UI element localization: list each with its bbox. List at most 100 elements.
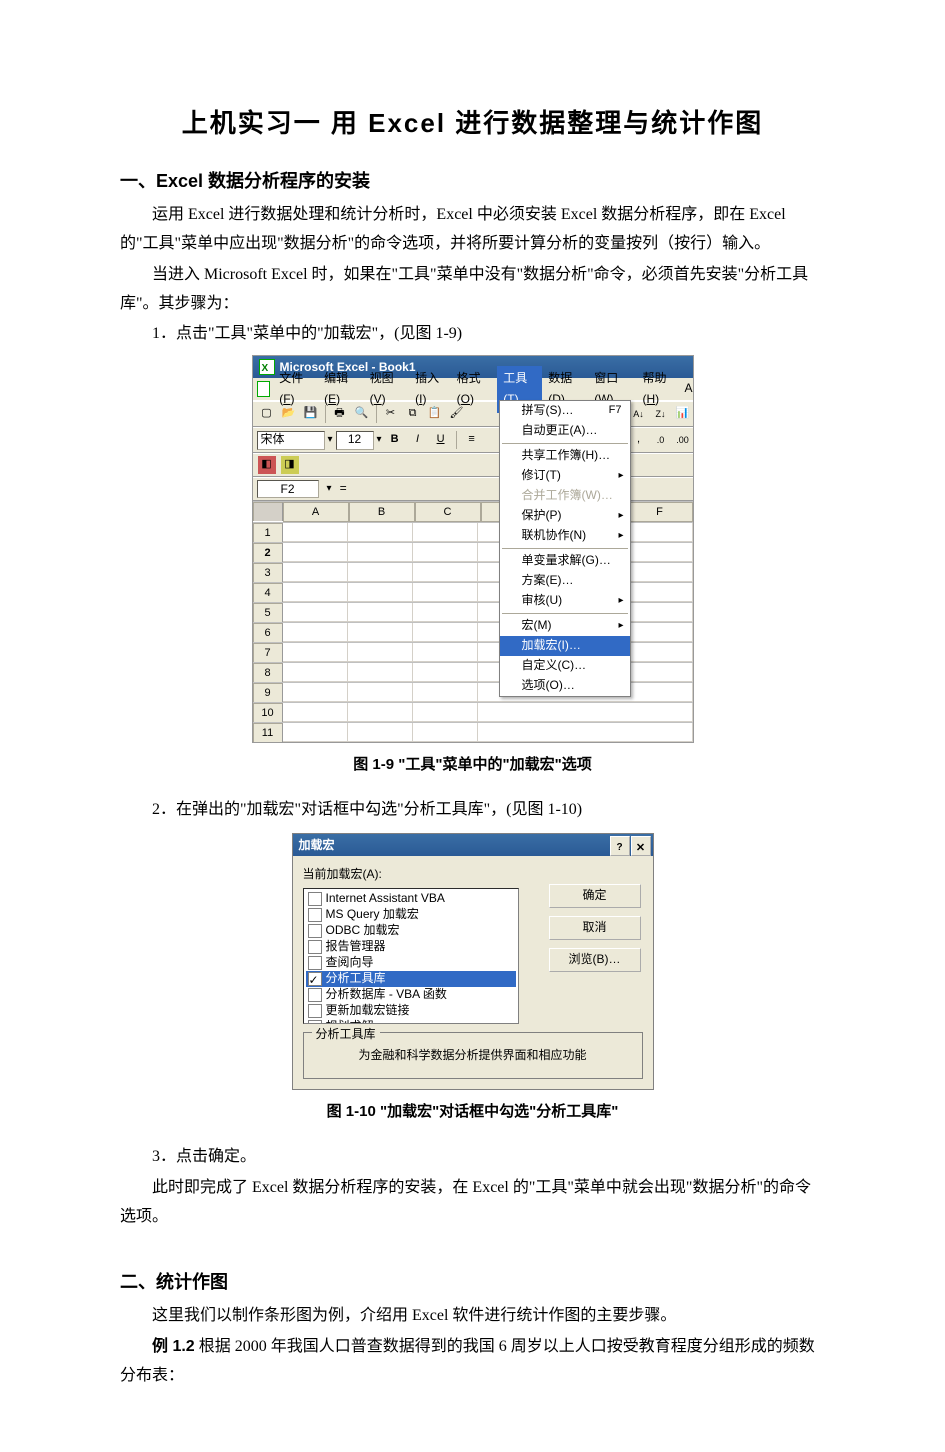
grid-cell[interactable] [348, 623, 413, 642]
row-header[interactable]: 8 [253, 663, 283, 682]
tool-icon[interactable]: ◨ [280, 455, 300, 475]
menu-item-autocorrect[interactable]: 自动更正(A)… [500, 421, 630, 441]
dropdown-arrow-icon[interactable]: ▾ [327, 480, 332, 498]
tool-icon[interactable]: ◧ [257, 455, 277, 475]
menu-item-goalseek[interactable]: 单变量求解(G)… [500, 551, 630, 571]
row-header[interactable]: 1 [253, 523, 283, 542]
menu-edit[interactable]: 编辑(E) [318, 366, 363, 413]
grid-cell[interactable] [283, 643, 348, 662]
increase-decimal-icon[interactable]: .0 [651, 430, 671, 450]
ok-button[interactable]: 确定 [549, 884, 641, 908]
dropdown-arrow-icon[interactable]: ▾ [377, 431, 382, 449]
column-header[interactable]: C [415, 502, 481, 522]
menu-item-track[interactable]: 修订(T)▸ [500, 466, 630, 486]
grid-cell[interactable] [413, 643, 478, 662]
checkbox-icon[interactable] [308, 892, 322, 906]
grid-cell[interactable] [283, 563, 348, 582]
font-name-box[interactable]: 宋体 [257, 431, 325, 450]
grid-cell[interactable] [348, 563, 413, 582]
grid-cell[interactable] [628, 643, 693, 662]
grid-cell[interactable] [628, 623, 693, 642]
checkbox-icon[interactable] [308, 924, 322, 938]
menu-file[interactable]: 文件(F) [273, 366, 318, 413]
checkbox-icon[interactable] [308, 972, 322, 986]
row-header[interactable]: 10 [253, 703, 283, 722]
grid-cell[interactable] [628, 703, 693, 722]
grid-cell[interactable] [413, 543, 478, 562]
row-header[interactable]: 9 [253, 683, 283, 702]
grid-cell[interactable] [413, 523, 478, 542]
grid-cell[interactable] [283, 543, 348, 562]
checkbox-icon[interactable] [308, 1004, 322, 1018]
underline-button[interactable]: U [431, 430, 451, 450]
grid-cell[interactable] [283, 683, 348, 702]
checkbox-icon[interactable] [308, 908, 322, 922]
close-button[interactable]: ✕ [631, 836, 651, 856]
row-header[interactable]: 6 [253, 623, 283, 642]
grid-cell[interactable] [348, 663, 413, 682]
grid-cell[interactable] [413, 603, 478, 622]
menu-view[interactable]: 视图(V) [364, 366, 409, 413]
column-header[interactable]: F [627, 502, 693, 522]
grid-cell[interactable] [628, 543, 693, 562]
menu-item-macro[interactable]: 宏(M)▸ [500, 616, 630, 636]
grid-cell[interactable] [413, 683, 478, 702]
cancel-button[interactable]: 取消 [549, 916, 641, 940]
menu-format[interactable]: 格式(O) [451, 366, 498, 413]
italic-button[interactable]: I [408, 430, 428, 450]
menu-item-protect[interactable]: 保护(P)▸ [500, 506, 630, 526]
grid-cell[interactable] [348, 683, 413, 702]
menu-item-scenario[interactable]: 方案(E)… [500, 571, 630, 591]
dropdown-arrow-icon[interactable]: ▾ [328, 431, 333, 449]
row-header[interactable]: 11 [253, 723, 283, 742]
menu-help[interactable]: 帮助(H) [636, 366, 682, 413]
row-header[interactable]: 4 [253, 583, 283, 602]
comma-style-icon[interactable]: , [629, 430, 649, 450]
grid-cell[interactable] [348, 523, 413, 542]
grid-cell[interactable] [628, 563, 693, 582]
grid-cell[interactable] [348, 603, 413, 622]
help-button[interactable]: ? [610, 836, 630, 856]
addins-listbox[interactable]: Internet Assistant VBAMS Query 加载宏ODBC 加… [303, 888, 519, 1024]
grid-cell[interactable] [413, 623, 478, 642]
grid-cell[interactable] [628, 523, 693, 542]
grid-cell[interactable] [628, 603, 693, 622]
row-header[interactable]: 2 [253, 543, 283, 562]
grid-cell[interactable] [413, 703, 478, 722]
checkbox-icon[interactable] [308, 940, 322, 954]
grid-cell[interactable] [348, 703, 413, 722]
formula-equals[interactable]: = [340, 478, 347, 500]
grid-cell[interactable] [628, 583, 693, 602]
name-box[interactable]: F2 [257, 480, 319, 498]
grid-cell[interactable] [348, 723, 413, 742]
row-header[interactable]: 3 [253, 563, 283, 582]
decrease-decimal-icon[interactable]: .00 [673, 430, 693, 450]
menu-item-online[interactable]: 联机协作(N)▸ [500, 526, 630, 546]
checkbox-icon[interactable] [308, 988, 322, 1002]
row-header[interactable]: 5 [253, 603, 283, 622]
grid-cell[interactable] [628, 683, 693, 702]
checkbox-icon[interactable] [308, 956, 322, 970]
grid-cell[interactable] [628, 723, 693, 742]
grid-cell[interactable] [283, 583, 348, 602]
select-all-corner[interactable] [253, 502, 283, 521]
grid-cell[interactable] [348, 643, 413, 662]
grid-cell[interactable] [283, 523, 348, 542]
grid-cell[interactable] [413, 723, 478, 742]
grid-cell[interactable] [283, 703, 348, 722]
bold-button[interactable]: B [385, 430, 405, 450]
grid-cell[interactable] [283, 623, 348, 642]
menu-item-addins[interactable]: 加载宏(I)… [500, 636, 630, 656]
column-header[interactable]: B [349, 502, 415, 522]
grid-cell[interactable] [283, 663, 348, 682]
row-header[interactable]: 7 [253, 643, 283, 662]
menu-item-share[interactable]: 共享工作簿(H)… [500, 446, 630, 466]
grid-cell[interactable] [413, 663, 478, 682]
grid-cell[interactable] [413, 563, 478, 582]
grid-cell[interactable] [283, 723, 348, 742]
menu-item-customize[interactable]: 自定义(C)… [500, 656, 630, 676]
menu-item-spell[interactable]: 拼写(S)… F7 [500, 401, 630, 421]
grid-cell[interactable] [628, 663, 693, 682]
align-left-icon[interactable]: ≡ [462, 430, 482, 450]
menu-item-options[interactable]: 选项(O)… [500, 676, 630, 696]
